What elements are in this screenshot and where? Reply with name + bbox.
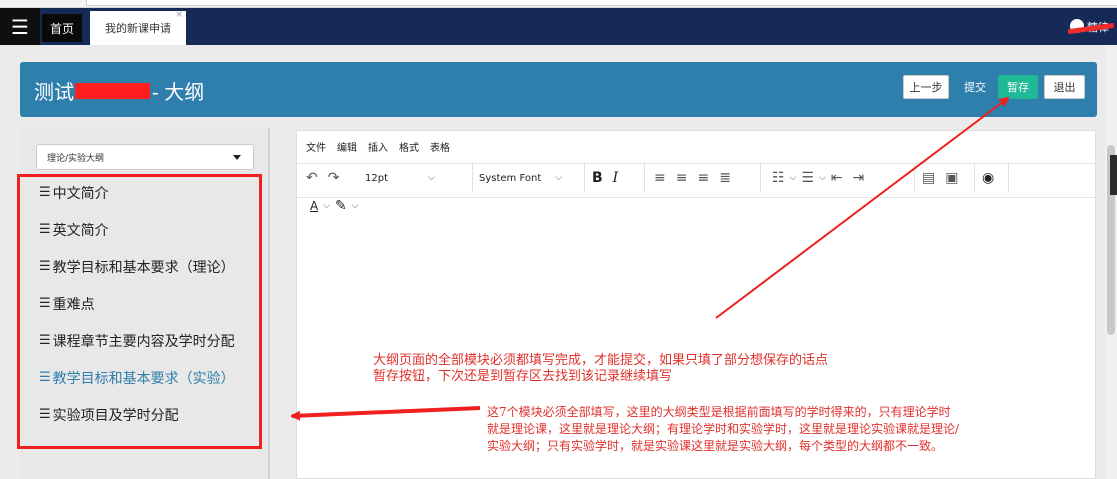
page-scrollbar[interactable] [1105, 45, 1117, 479]
hamburger-icon: ☰ [11, 14, 29, 39]
caret-down-icon [233, 155, 241, 160]
menu-format[interactable]: 格式 [399, 139, 419, 154]
note-line: 大纲页面的全部模块必须都填写完成，才能提交，如果只填了部分想保存的话点 [373, 353, 829, 368]
submit-button[interactable]: 提交 [957, 75, 993, 99]
outdent-icon[interactable]: ⇤ [831, 170, 843, 186]
save-draft-button[interactable]: 暂存 [998, 75, 1038, 99]
note-line: 就是理论课，这里就是理论大纲；有理论学时和实验学时，这里就是理论实验课就是理论/ [487, 422, 960, 436]
note-line: 这7个模块必须全部填写，这里的大纲类型是根据前面填写的学时得来的，只有理论学时 [487, 405, 951, 419]
chevron-down-icon: ⌵ [428, 173, 435, 183]
redo-icon[interactable]: ↷ [328, 170, 340, 186]
paste-icon[interactable]: ▤ [922, 170, 935, 186]
prev-step-button[interactable]: 上一步 [903, 75, 949, 99]
close-icon[interactable]: × [175, 10, 183, 20]
menu-insert[interactable]: 插入 [368, 139, 388, 154]
image-icon[interactable]: ▣ [945, 170, 958, 186]
chevron-down-icon[interactable]: ⌵ [790, 173, 797, 183]
menu-file[interactable]: 文件 [306, 139, 326, 154]
tab-label: 我的新课申请 [105, 22, 171, 35]
tab-home[interactable]: 首页 [42, 14, 82, 42]
title-prefix: 测试 [34, 82, 74, 104]
browser-strip [0, 0, 1117, 8]
annotation-note-submit: 大纲页面的全部模块必须都填写完成，才能提交，如果只填了部分想保存的话点 暂存按钮… [373, 353, 828, 385]
annotation-highlight-box [17, 174, 262, 449]
address-bar[interactable] [86, 0, 1117, 6]
bullet-list-icon[interactable]: ☷ [772, 170, 785, 186]
align-right-icon[interactable]: ≡ [697, 170, 709, 186]
title-suffix: - 大纲 [152, 82, 205, 104]
align-center-icon[interactable]: ≡ [676, 170, 688, 186]
note-line: 暂存按钮，下次还是到暂存区去找到该记录继续填写 [373, 369, 673, 384]
align-justify-icon[interactable]: ≣ [719, 170, 731, 186]
syllabus-type-select[interactable]: 理论/实验大纲 [36, 144, 254, 170]
list-group: ☷ ⌵ ☰ ⌵ ⇤ ⇥ [767, 164, 915, 192]
tab-my-new-course[interactable]: 我的新课申请 × [90, 10, 186, 45]
annotation-note-modules: 这7个模块必须全部填写，这里的大纲类型是根据前面填写的学时得来的，只有理论学时 … [487, 404, 959, 455]
exit-button[interactable]: 退出 [1044, 75, 1085, 99]
font-size-select[interactable]: 12pt ⌵ [365, 164, 473, 192]
indent-icon[interactable]: ⇥ [853, 170, 865, 186]
numbered-list-icon[interactable]: ☰ [801, 170, 814, 186]
chevron-down-icon[interactable]: ⌵ [819, 173, 826, 183]
user-menu[interactable]: 糖律 [1067, 19, 1117, 35]
chevron-down-icon: ⌵ [555, 173, 563, 183]
text-style-group: B I [587, 164, 645, 192]
italic-icon[interactable]: I [613, 170, 619, 186]
eye-icon[interactable]: ◉ [982, 170, 994, 186]
menu-table[interactable]: 表格 [430, 139, 450, 154]
redaction-mark [75, 83, 150, 99]
align-group: ≡ ≡ ≡ ≣ [649, 164, 761, 192]
tab-home-label: 首页 [49, 21, 74, 36]
top-nav: ☰ 首页 我的新课申请 × 糖律 [0, 8, 1117, 45]
note-line: 实验大纲；只有实验学时，就是实验课这里就是实验大纲，每个类型的大纲都不一致。 [487, 439, 944, 453]
preview-group: ◉ [977, 164, 1009, 192]
editor-menubar: 文件 编辑 插入 格式 表格 [297, 131, 1097, 161]
font-family-select[interactable]: System Font ⌵ [479, 164, 585, 192]
history-group: ↶ ↷ [301, 164, 353, 192]
select-value: 理论/实验大纲 [47, 153, 105, 164]
title-bar: 测试 - 大纲 上一步 提交 暂存 退出 [20, 62, 1097, 117]
align-left-icon[interactable]: ≡ [654, 170, 666, 186]
undo-icon[interactable]: ↶ [306, 170, 318, 186]
font-family-value: System Font [479, 172, 542, 184]
editor-toolbar: ↶ ↷ 12pt ⌵ System Font ⌵ B I ≡ ≡ ≡ ≣ ☷ ⌵… [297, 163, 1097, 192]
bold-icon[interactable]: B [592, 170, 603, 186]
menu-toggle-button[interactable]: ☰ [0, 8, 40, 45]
media-group: ▤ ▣ [917, 164, 975, 192]
menu-edit[interactable]: 编辑 [337, 139, 357, 154]
side-handle[interactable] [1110, 155, 1117, 195]
font-size-value: 12pt [365, 172, 388, 184]
